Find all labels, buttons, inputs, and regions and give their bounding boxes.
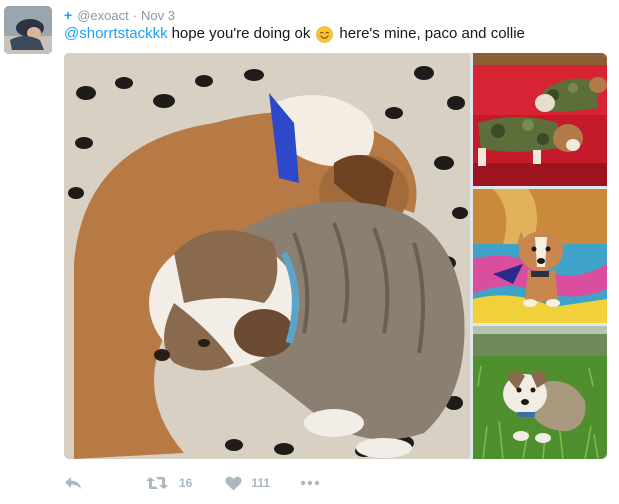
smiling-face-emoji-icon [316,25,334,43]
more-button[interactable] [300,480,320,486]
retweet-count: 16 [179,476,193,490]
tweet-date[interactable]: Nov 3 [141,8,175,23]
reply-button[interactable] [64,476,84,490]
photo-sleeping-puppies[interactable] [64,53,470,459]
like-count: 111 [251,476,271,490]
tweet-card: + @exoact · Nov 3 @shorrtstackkk hope yo… [0,0,619,504]
separator: · [132,7,138,23]
retweet-icon [146,476,168,490]
tweet-header: + @exoact · Nov 3 [64,7,175,23]
follow-plus-icon[interactable]: + [64,7,72,23]
tweet-text: @shorrtstackkk hope you're doing ok here… [64,25,525,43]
tweet-text-part-2: here's mine, paco and collie [339,25,525,42]
photo-puppy-grass[interactable] [473,326,607,459]
author-handle[interactable]: @exoact [77,8,129,23]
photo-puppies-red-couch[interactable] [473,53,607,186]
mention-link[interactable]: @shorrtstackkk [64,25,168,43]
media-grid [64,53,607,459]
reply-icon [64,476,82,490]
tweet-actions: 16 111 [64,472,320,494]
more-icon [300,480,320,486]
like-button[interactable]: 111 [225,476,270,491]
heart-icon [225,476,243,491]
avatar[interactable] [4,6,52,54]
photo-puppy-colorful-blanket[interactable] [473,189,607,323]
retweet-button[interactable]: 16 [146,476,192,490]
tweet-text-part-1: hope you're doing ok [171,25,311,42]
